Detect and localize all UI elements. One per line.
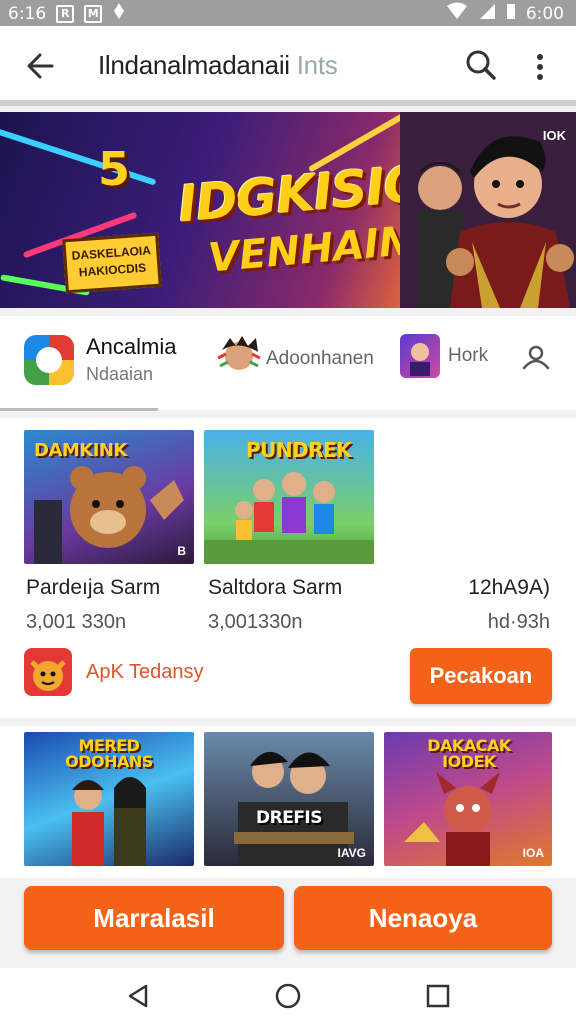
game-thumbnail-5[interactable]: DAKACAK IODEK IOA xyxy=(384,732,552,866)
game-size: 3,001 330n xyxy=(26,611,127,633)
banner-badge: DASKELAOIA HAKIOCDIS xyxy=(62,232,162,294)
game-thumbnail-tag: IOA xyxy=(522,846,544,860)
game-thumbnail-3[interactable]: MERED ODOHANS xyxy=(24,732,194,866)
page-subtitle: Ints xyxy=(296,50,338,80)
game-thumbnail-title: MERED ODOHANS xyxy=(65,736,153,771)
game-size: 3,001330n xyxy=(208,611,303,633)
game-thumbnail-4[interactable]: DREFIS IAVG xyxy=(204,732,374,866)
status-time-left: 6:16 xyxy=(8,3,47,24)
right-action-button[interactable]: Nenaoya xyxy=(294,886,552,950)
promo-banner[interactable]: 5 IDGKISIO! VENHAIN! DASKELAOIA HAKIOCDI… xyxy=(0,112,576,308)
publisher-row[interactable]: ApK Tedansy xyxy=(24,648,204,696)
publisher-avatar-icon xyxy=(24,648,72,696)
system-navigation-bar xyxy=(0,968,576,1024)
tab-subtitle: Ndaaian xyxy=(86,364,154,384)
tab-hork[interactable]: Hork xyxy=(400,334,488,378)
profile-icon[interactable] xyxy=(520,342,552,374)
game-name[interactable]: Saltdora Sarm xyxy=(208,576,342,600)
tab-indicator xyxy=(0,408,158,411)
game-icon xyxy=(400,334,440,378)
game-thumbnail-tag: B xyxy=(177,544,186,558)
nav-back-icon[interactable] xyxy=(124,982,152,1010)
light-ray xyxy=(0,124,157,186)
signal-icon xyxy=(478,2,496,25)
game-thumbnail-tag: IAVG xyxy=(337,846,366,860)
tab-label: Adoonhanen xyxy=(266,348,374,369)
app-bar: Ilndanalmadanaii Ints xyxy=(0,26,576,106)
app-icon xyxy=(24,334,74,385)
tab-title: Ancalmia xyxy=(86,334,177,359)
status-bar: 6:16 R M 6:00 xyxy=(0,0,576,26)
category-tabs: Ancalmia Ndaaian Adoonhanen Hork xyxy=(0,316,576,411)
game-thumbnail-title: DAKACAK IODEK xyxy=(427,736,511,771)
back-arrow-icon[interactable] xyxy=(22,48,58,84)
battery-icon xyxy=(506,2,516,25)
tab-ancalmia[interactable]: Ancalmia Ndaaian xyxy=(24,334,176,385)
game-row: MERED ODOHANS DREFIS IAVG DAKACAK IODEK … xyxy=(0,726,576,878)
primary-action-button[interactable]: Pecakoan xyxy=(410,648,552,704)
sync-icon xyxy=(112,2,126,25)
status-time-right: 6:00 xyxy=(525,3,564,24)
wifi-icon xyxy=(446,2,468,25)
character-icon xyxy=(216,332,262,378)
banner-tag: IOK xyxy=(542,128,566,143)
game-name[interactable]: Pardeıja Sarm xyxy=(26,576,160,600)
left-action-button[interactable]: Marralasil xyxy=(24,886,284,950)
nav-recents-icon[interactable] xyxy=(424,982,452,1010)
tab-adoonhanen[interactable]: Adoonhanen xyxy=(216,332,374,378)
publisher-name: ApK Tedansy xyxy=(86,660,204,683)
game-name[interactable]: 12hA9A) xyxy=(468,576,550,600)
game-thumbnail-title: DREFIS xyxy=(256,808,323,828)
featured-games-card: DAMKINK B PUNDREK Pardeıja Sarm Saltdora… xyxy=(0,418,576,718)
game-thumbnail-title: DAMKINK xyxy=(34,440,127,461)
page-title-text: Ilndanalmadanaii xyxy=(98,50,290,80)
tab-label: Hork xyxy=(448,345,489,366)
search-icon[interactable] xyxy=(464,48,498,82)
game-thumbnail-1[interactable]: DAMKINK B xyxy=(24,430,194,564)
page-title: Ilndanalmadanaii Ints xyxy=(98,50,338,81)
more-options-icon[interactable] xyxy=(528,50,552,84)
game-thumbnail-title: PUNDREK xyxy=(246,438,352,462)
mail-icon: M xyxy=(84,4,103,23)
game-thumbnail-2[interactable]: PUNDREK xyxy=(204,430,374,564)
game-size: hd·93h xyxy=(487,611,550,633)
banner-number: 5 xyxy=(98,142,131,196)
nav-home-icon[interactable] xyxy=(274,982,302,1010)
notification-icon: R xyxy=(56,4,75,23)
